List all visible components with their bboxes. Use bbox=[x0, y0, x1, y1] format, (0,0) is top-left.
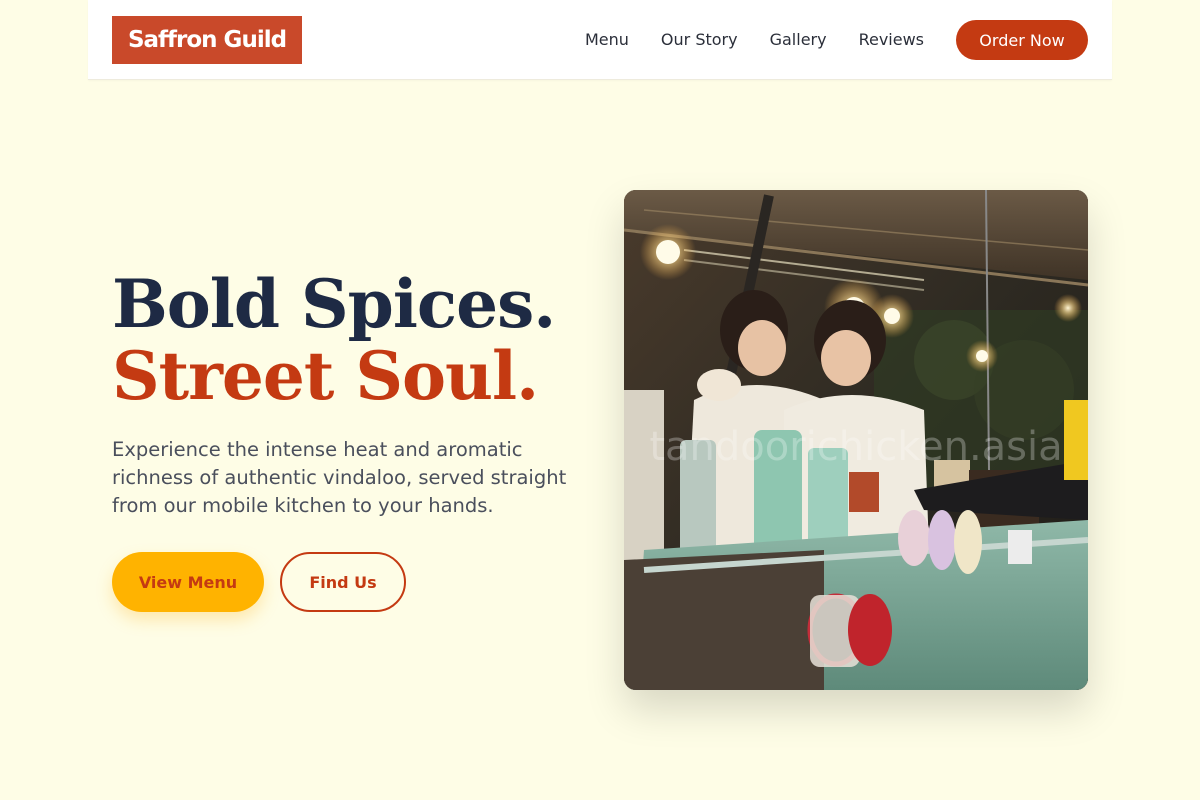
brand-logo[interactable]: Saffron Guild bbox=[112, 16, 302, 64]
nav-link-gallery[interactable]: Gallery bbox=[770, 30, 827, 49]
hero-title-line1: Bold Spices. bbox=[112, 265, 556, 343]
hero-title-line2: Street Soul. bbox=[112, 337, 539, 415]
hero-title: Bold Spices. Street Soul. bbox=[112, 265, 556, 415]
hero-food-stall-image: tandoorichicken.asia bbox=[624, 190, 1088, 690]
image-watermark: tandoorichicken.asia bbox=[649, 424, 1062, 470]
order-now-button[interactable]: Order Now bbox=[956, 20, 1088, 60]
hero-description: Experience the intense heat and aromatic… bbox=[112, 438, 567, 517]
main-nav: Menu Our Story Gallery Reviews bbox=[585, 0, 924, 78]
nav-link-our-story[interactable]: Our Story bbox=[661, 30, 738, 49]
nav-link-reviews[interactable]: Reviews bbox=[859, 30, 924, 49]
site-header: Saffron Guild Menu Our Story Gallery Rev… bbox=[88, 0, 1112, 80]
nav-link-menu[interactable]: Menu bbox=[585, 30, 629, 49]
find-us-button[interactable]: Find Us bbox=[280, 552, 406, 612]
view-menu-button[interactable]: View Menu bbox=[112, 552, 264, 612]
brand-name: Saffron Guild bbox=[127, 27, 287, 53]
